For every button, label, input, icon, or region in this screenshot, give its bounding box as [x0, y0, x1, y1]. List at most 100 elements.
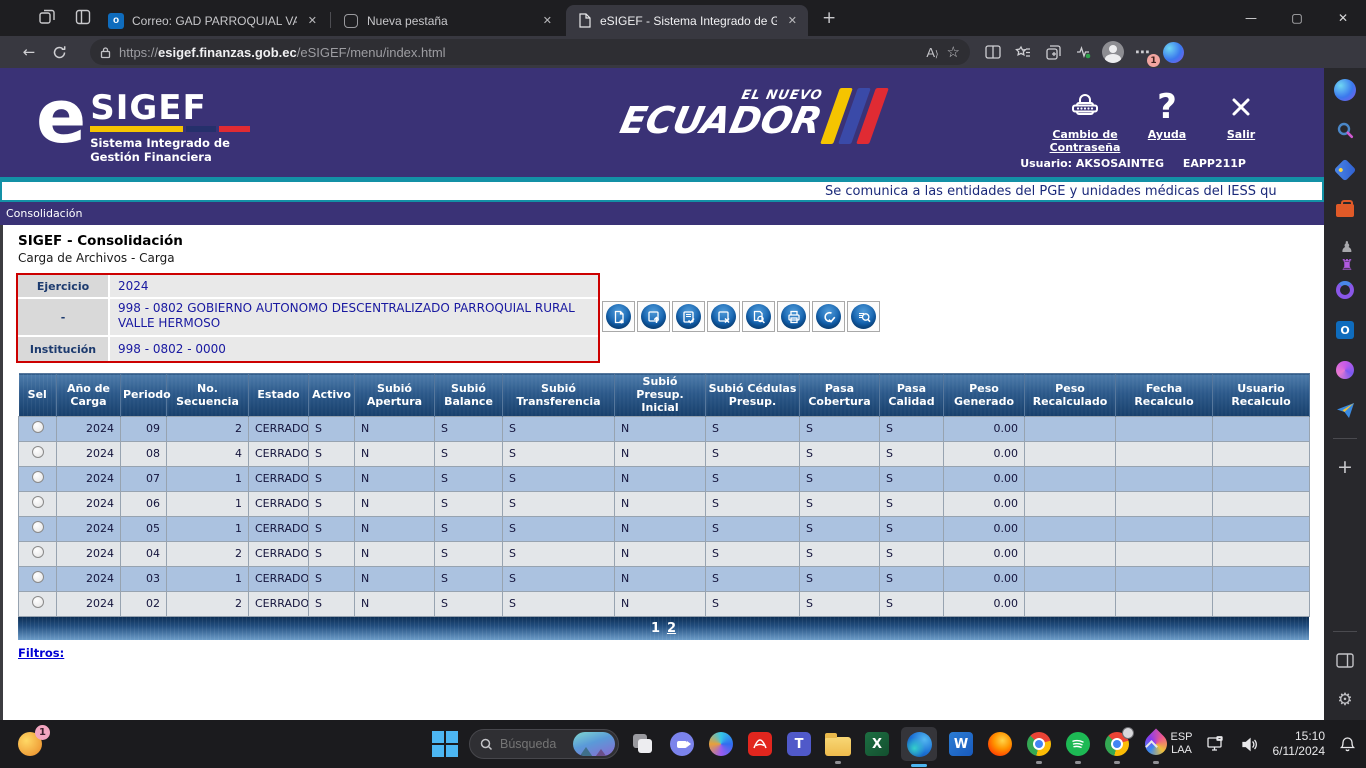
acrobat-icon[interactable]: [745, 729, 775, 759]
outlook-icon[interactable]: O: [1333, 318, 1357, 342]
teams-icon[interactable]: T: [784, 729, 814, 759]
view-detail-button[interactable]: [742, 301, 775, 332]
settings-gear-icon[interactable]: ⚙: [1333, 688, 1357, 712]
clock[interactable]: 15:10 6/11/2024: [1273, 729, 1326, 759]
row-select-radio[interactable]: [32, 496, 44, 508]
approve-record-button[interactable]: [812, 301, 845, 332]
shopping-icon[interactable]: [1333, 158, 1357, 182]
invalidate-file-button[interactable]: [707, 301, 740, 332]
window-close-button[interactable]: ✕: [1320, 0, 1366, 36]
row-select-radio[interactable]: [32, 471, 44, 483]
exit-x-icon: [1186, 86, 1296, 128]
favorites-bar-icon[interactable]: [1008, 39, 1038, 65]
copilot-icon[interactable]: [1158, 39, 1188, 65]
table-cell: 2024: [57, 566, 121, 591]
more-menu-icon[interactable]: ⋯ 1: [1128, 39, 1158, 65]
url-domain: esigef.finanzas.gob.ec: [158, 45, 297, 60]
table-cell: S: [800, 591, 880, 616]
table-cell: N: [615, 491, 706, 516]
back-icon[interactable]: ←: [14, 39, 44, 65]
tab-close-icon[interactable]: ✕: [540, 14, 555, 27]
left-edge-strip: [0, 225, 3, 720]
edge-icon[interactable]: [901, 727, 937, 761]
search-highlight-image[interactable]: [573, 732, 615, 756]
row-select-radio[interactable]: [32, 596, 44, 608]
table-cell: CERRADO: [249, 566, 309, 591]
tab-close-icon[interactable]: ✕: [305, 14, 320, 27]
copilot-icon[interactable]: [706, 729, 736, 759]
filters-link[interactable]: Filtros:: [18, 646, 64, 660]
refresh-icon[interactable]: [44, 39, 74, 65]
read-aloud-icon[interactable]: A⟩: [926, 45, 938, 60]
file-explorer-icon[interactable]: [823, 729, 853, 759]
chat-icon[interactable]: [667, 729, 697, 759]
table-cell: S: [309, 491, 355, 516]
table-cell: 1: [167, 566, 249, 591]
split-screen-icon[interactable]: [978, 39, 1008, 65]
workspaces-icon[interactable]: [38, 8, 56, 26]
games-icon[interactable]: ♟♜: [1333, 238, 1357, 262]
drop-icon[interactable]: [1333, 358, 1357, 382]
column-header: Peso Generado: [944, 374, 1025, 417]
row-select-radio[interactable]: [32, 421, 44, 433]
tab-esigef-active[interactable]: eSIGEF - Sistema Integrado de G ✕: [566, 5, 808, 36]
browser-essentials-icon[interactable]: [1068, 39, 1098, 65]
new-tab-button[interactable]: +: [822, 10, 836, 27]
copilot-icon[interactable]: [1333, 78, 1357, 102]
new-record-button[interactable]: [602, 301, 635, 332]
menu-consolidacion[interactable]: Consolidación: [6, 207, 82, 220]
table-header-row: SelAño de CargaPeriodoNo. SecuenciaEstad…: [19, 374, 1310, 417]
pagination-page-link[interactable]: 2: [667, 621, 676, 636]
paper-plane-icon[interactable]: [1333, 398, 1357, 422]
taskbar-search[interactable]: [469, 729, 619, 759]
exit-link[interactable]: Salir: [1186, 86, 1296, 141]
table-cell: CERRADO: [249, 416, 309, 441]
table-cell: S: [503, 516, 615, 541]
notification-bell-icon[interactable]: [1339, 736, 1356, 753]
add-icon[interactable]: +: [1333, 455, 1357, 479]
collections-icon[interactable]: [1038, 39, 1068, 65]
table-cell: [1213, 416, 1310, 441]
row-select-radio[interactable]: [32, 446, 44, 458]
task-view-button[interactable]: [628, 729, 658, 759]
favorite-star-icon[interactable]: ☆: [947, 43, 960, 61]
validate-file-button[interactable]: [672, 301, 705, 332]
table-cell: 2: [167, 416, 249, 441]
table-cell: N: [355, 441, 435, 466]
table-cell: 2024: [57, 516, 121, 541]
chrome-icon[interactable]: [1024, 729, 1054, 759]
address-bar[interactable]: https://esigef.finanzas.gob.ec/eSIGEF/me…: [90, 39, 970, 65]
upload-file-button[interactable]: [637, 301, 670, 332]
network-icon[interactable]: [1207, 736, 1227, 752]
search-records-button[interactable]: [847, 301, 880, 332]
tab-correo[interactable]: o Correo: GAD PARROQUIAL VALLE ✕: [98, 5, 328, 36]
row-select-radio[interactable]: [32, 521, 44, 533]
window-minimize-button[interactable]: —: [1228, 0, 1274, 36]
toolbox-icon[interactable]: [1333, 198, 1357, 222]
row-select-radio[interactable]: [32, 571, 44, 583]
weather-widget[interactable]: 1: [16, 728, 50, 760]
tray-chevron-icon[interactable]: [1146, 740, 1159, 753]
start-button[interactable]: [430, 729, 460, 759]
excel-icon[interactable]: X: [862, 729, 892, 759]
search-icon[interactable]: [1333, 118, 1357, 142]
spotify-icon[interactable]: [1063, 729, 1093, 759]
side-pane-icon[interactable]: [1333, 648, 1357, 672]
microsoft-365-icon[interactable]: [1333, 278, 1357, 302]
window-maximize-button[interactable]: ▢: [1274, 0, 1320, 36]
tab-close-icon[interactable]: ✕: [785, 14, 800, 27]
tab-actions-icon[interactable]: [74, 8, 92, 26]
language-indicator[interactable]: ESP LAA: [1170, 731, 1192, 757]
chrome-profile-icon[interactable]: [1102, 729, 1132, 759]
word-icon[interactable]: W: [946, 729, 976, 759]
search-input[interactable]: [500, 737, 566, 751]
profile-avatar[interactable]: [1098, 39, 1128, 65]
firefox-icon[interactable]: [985, 729, 1015, 759]
table-cell: S: [435, 491, 503, 516]
esigef-page: e SIGEF Sistema Integrado de Gestión Fin…: [0, 68, 1324, 720]
print-button[interactable]: [777, 301, 810, 332]
table-cell: 0.00: [944, 541, 1025, 566]
tab-nueva-pestana[interactable]: Nueva pestaña ✕: [333, 5, 563, 36]
row-select-radio[interactable]: [32, 546, 44, 558]
speaker-icon[interactable]: [1241, 737, 1259, 752]
